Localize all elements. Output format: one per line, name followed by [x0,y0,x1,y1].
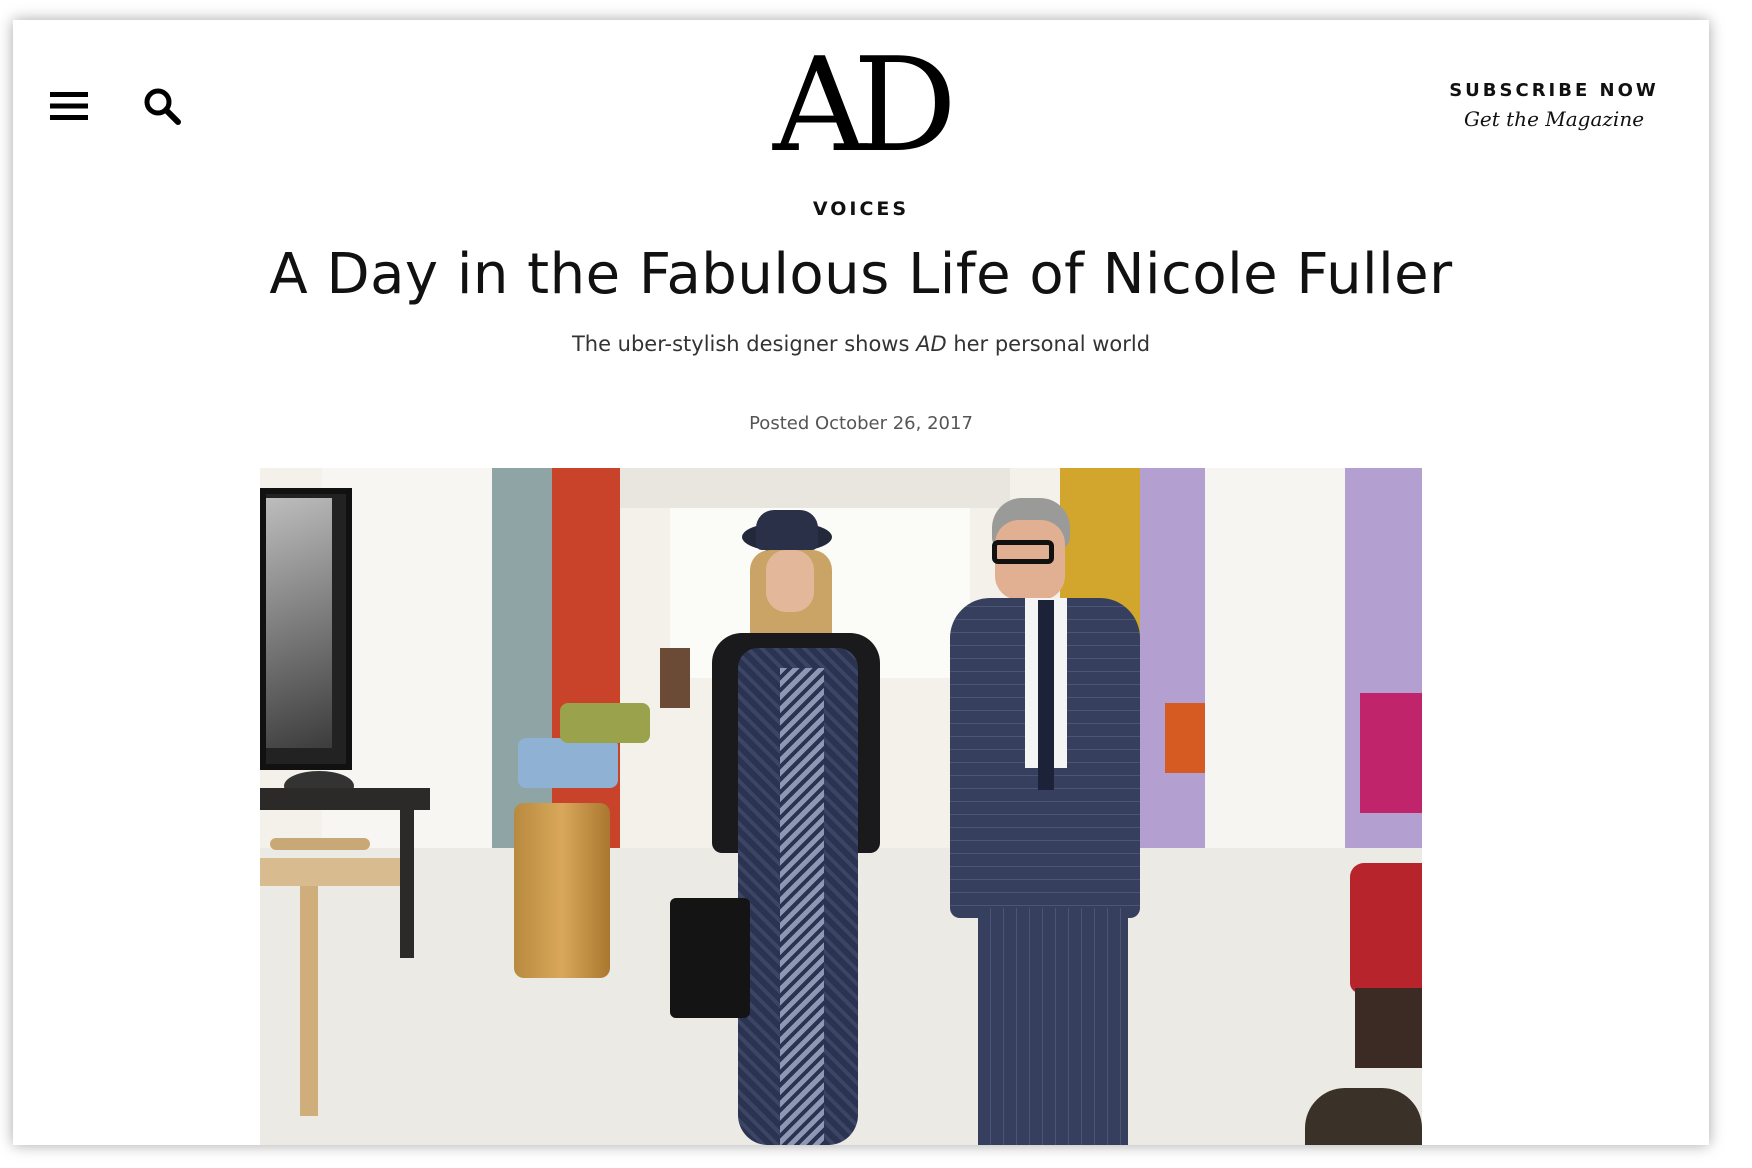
hero-image [260,468,1422,1145]
article-dek: The uber-stylish designer shows AD her p… [13,332,1709,356]
subscribe-block: SUBSCRIBE NOW Get the Magazine [1434,80,1674,131]
wooden-table-leg [300,886,318,1116]
woman-hat-crown [756,510,818,550]
orange-chair [1165,703,1205,773]
get-magazine-link[interactable]: Get the Magazine [1434,107,1674,131]
pink-chair [1360,693,1422,813]
red-armchair [1350,863,1422,993]
article-page: AD SUBSCRIBE NOW Get the Magazine VOICES… [13,20,1709,1145]
article-headline: A Day in the Fabulous Life of Nicole Ful… [269,242,1453,307]
man-glasses [992,540,1054,564]
dek-text-start: The uber-stylish designer shows [571,332,917,356]
wooden-table [260,858,400,886]
side-table-leg [400,808,414,958]
hamburger-menu-icon[interactable] [43,80,95,132]
man-trousers [978,908,1128,1145]
armchair-base [1355,988,1422,1068]
dark-floor-rock [1305,1088,1422,1145]
woman-handbag [670,898,750,1018]
man-tie [1038,600,1054,790]
dek-italic: AD [916,332,947,356]
framed-photograph-image [266,498,332,748]
green-sofa [560,703,650,743]
dark-side-table [260,788,430,810]
ad-logo[interactable]: AD [756,40,960,170]
woman-face [766,550,814,612]
ceiling [590,468,1010,508]
posted-date: Posted October 26, 2017 [749,413,973,434]
log-stool [514,803,610,978]
subscribe-now-link[interactable]: SUBSCRIBE NOW [1434,80,1674,101]
woman-dress-panel [780,668,824,1145]
wooden-chair [270,838,370,850]
blue-lounge-chair [518,738,618,788]
dek-text-end: her personal world [946,332,1151,356]
rubric-label[interactable]: VOICES [13,198,1709,220]
wood-cabinet [660,648,690,708]
search-icon[interactable] [134,78,190,134]
